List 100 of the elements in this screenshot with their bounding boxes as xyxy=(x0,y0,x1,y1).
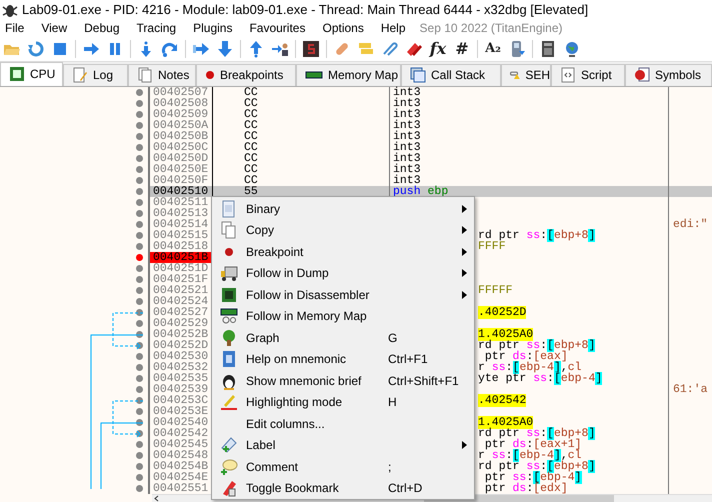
scylla-icon[interactable] xyxy=(302,40,320,58)
breakpoint-dot[interactable] xyxy=(136,286,143,294)
restart-icon[interactable] xyxy=(27,40,45,58)
tab[interactable]: Symbols xyxy=(625,64,712,86)
address-cell-text: 0040253C xyxy=(152,394,210,406)
menu-entry[interactable]: Follow in Disassembler xyxy=(212,284,474,306)
breakpoint-dot[interactable] xyxy=(136,320,143,327)
breakpoint-dot[interactable] xyxy=(136,452,143,459)
breakpoint-dot[interactable] xyxy=(136,264,143,272)
breakpoint-dot[interactable] xyxy=(136,122,143,129)
breakpoint-dot[interactable] xyxy=(136,176,143,184)
breakpoint-dot[interactable] xyxy=(136,298,143,305)
menu-entry[interactable]: Breakpoint xyxy=(212,240,474,262)
breakpoint-dot[interactable] xyxy=(136,484,143,492)
memory-magnifier-icon xyxy=(220,307,238,326)
tab[interactable]: Log xyxy=(63,64,128,86)
globe-icon[interactable] xyxy=(563,40,581,58)
menu-entry[interactable]: Label xyxy=(212,434,474,456)
breakpoint-dot[interactable] xyxy=(136,110,143,118)
breakpoint-dot[interactable] xyxy=(136,276,143,283)
breakpoint-dot[interactable] xyxy=(136,352,143,360)
tab[interactable]: Notes xyxy=(128,64,196,86)
tab[interactable]: Call Stack xyxy=(401,64,501,86)
breakpoint-dot[interactable] xyxy=(136,242,143,250)
instruction-cell: .402542 xyxy=(478,394,526,407)
menu-entry[interactable]: Help on mnemonic Ctrl+F1 xyxy=(212,348,474,370)
breakpoint-dot[interactable] xyxy=(136,462,143,470)
menu-entry[interactable]: Graph G xyxy=(212,326,474,348)
instruction-cell: FFFFF xyxy=(478,284,513,297)
menu-entry[interactable]: Binary xyxy=(212,198,474,220)
hash-button[interactable]: # xyxy=(453,39,471,58)
breakpoint-dot[interactable] xyxy=(136,100,143,107)
breakpoint-dot[interactable] xyxy=(136,166,143,173)
tab[interactable]: CPU xyxy=(0,62,63,86)
address-cell-text: 00402532 xyxy=(152,362,210,373)
menu-entry[interactable]: Show mnemonic brief Ctrl+Shift+F1 xyxy=(212,370,474,392)
tab[interactable]: Memory Map xyxy=(296,64,401,86)
address-cell-text: 0040251F xyxy=(152,274,210,285)
address-cell-text: 0040251D xyxy=(152,262,210,274)
breakpoint-dot[interactable] xyxy=(136,364,143,371)
tab[interactable]: Breakpoints xyxy=(196,64,296,86)
address-cell-text: 00402515 xyxy=(152,230,210,241)
build-info: Sep 10 2022 (TitanEngine) xyxy=(420,21,563,36)
menu-item[interactable]: Options xyxy=(321,21,372,36)
breakpoint-dot[interactable] xyxy=(136,88,143,96)
menu-entry[interactable]: Comment ; xyxy=(212,456,474,478)
breakpoint-dot[interactable] xyxy=(136,232,143,239)
calculator-icon[interactable] xyxy=(539,40,557,58)
font-button[interactable]: A₂ xyxy=(484,41,502,56)
down-arrow-icon[interactable] xyxy=(216,40,234,58)
menu-entry[interactable]: Highlighting mode H xyxy=(212,391,474,413)
breakpoint-dot[interactable] xyxy=(136,198,143,206)
instruction-cell: int3 xyxy=(393,174,421,187)
breakpoint-dot[interactable] xyxy=(136,408,143,415)
tab[interactable]: Script xyxy=(551,64,625,86)
menu-entry[interactable]: Follow in Dump xyxy=(212,262,474,284)
menu-item[interactable]: Help xyxy=(380,21,414,36)
address-cell: 0040251B xyxy=(150,252,212,263)
menu-item[interactable]: Tracing xyxy=(136,21,184,36)
address-cell-text: 0040250A xyxy=(152,120,210,131)
breakpoint-dot[interactable] xyxy=(136,254,143,261)
breakpoint-dot[interactable] xyxy=(136,132,143,140)
menu-item[interactable]: Favourites xyxy=(248,21,314,36)
menu-item[interactable]: Plugins xyxy=(192,21,240,36)
paper-clip-icon[interactable] xyxy=(381,40,399,58)
shortcut-label: H xyxy=(388,395,397,410)
instruction-cell: yte ptr ss:[ebp-4] xyxy=(478,372,602,385)
breakpoint-dot[interactable] xyxy=(136,386,143,393)
instruction-cell: r ss:[ebp-4],cl xyxy=(478,448,582,462)
address-cell-text: 00402524 xyxy=(152,296,210,307)
address-cell-text: 00402509 xyxy=(152,108,210,120)
comment-cell: edi:" xyxy=(673,218,708,231)
breakpoint-dot[interactable] xyxy=(136,188,143,195)
bytes-cell: CC xyxy=(244,96,258,110)
menu-entry[interactable]: Edit columns... xyxy=(212,412,474,434)
instruction-cell: int3 xyxy=(393,152,421,165)
function-button[interactable]: fx xyxy=(429,39,447,58)
menu-item[interactable]: File xyxy=(4,21,32,36)
address-cell-text: 0040253E xyxy=(152,406,210,417)
menu-entry[interactable]: Follow in Memory Map xyxy=(212,305,474,327)
menu-entry[interactable]: Toggle Bookmark Ctrl+D xyxy=(212,477,474,499)
up-arrow-icon[interactable] xyxy=(247,40,265,58)
breakpoint-dot[interactable] xyxy=(136,440,143,448)
breakpoint-dot[interactable] xyxy=(136,396,143,404)
breakpoint-dot[interactable] xyxy=(136,154,143,162)
address-cell-text: 00402535 xyxy=(152,372,210,384)
address-cell-text: 00402540 xyxy=(152,416,210,428)
breakpoint-dot[interactable] xyxy=(136,210,143,217)
tab[interactable]: SEH xyxy=(501,64,551,86)
menu-item[interactable]: View xyxy=(40,21,76,36)
menu-entry[interactable]: Copy xyxy=(212,219,474,241)
breakpoint-dot[interactable] xyxy=(136,144,143,151)
address-cell-text: 00402513 xyxy=(152,208,210,219)
address-cell-text: 00402521 xyxy=(152,284,210,296)
breakpoint-dot[interactable] xyxy=(136,474,143,481)
breakpoint-dot[interactable] xyxy=(136,308,143,316)
breakpoint-dot[interactable] xyxy=(136,374,143,382)
menu-item[interactable]: Debug xyxy=(83,21,128,36)
instruction-cell: FFFF xyxy=(478,240,506,253)
breakpoint-dot[interactable] xyxy=(136,220,143,228)
